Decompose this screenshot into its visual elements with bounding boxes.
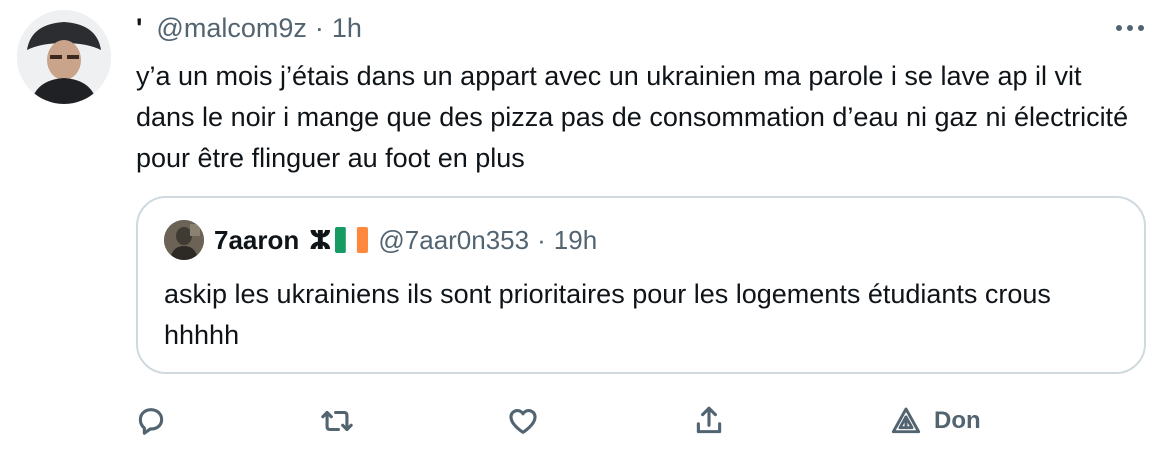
quoted-header-separator: · — [537, 224, 546, 255]
share-button[interactable] — [692, 398, 726, 444]
quoted-author-handle[interactable]: @7aar0n353 — [378, 225, 529, 256]
donate-icon — [891, 407, 921, 434]
donate-label: Don — [934, 407, 981, 434]
quoted-tweet[interactable]: 7aaron ⵣ @7aar0n353 · 19h askip les ukra… — [136, 196, 1146, 374]
share-icon — [696, 406, 722, 434]
header-separator: · — [314, 12, 324, 43]
more-options-button[interactable] — [1108, 10, 1152, 46]
tweet-timestamp[interactable]: 1h — [332, 13, 362, 44]
retweet-icon — [321, 410, 353, 432]
tweet-text: y’a un mois j’étais dans un appart avec … — [136, 61, 1129, 173]
retweet-button[interactable] — [320, 398, 354, 444]
tweet[interactable]: ' @malcom9z · 1h y’a un mois j’étais dan… — [0, 0, 1176, 454]
quoted-author-avatar[interactable] — [164, 220, 204, 260]
donate-button[interactable]: Don — [890, 398, 981, 444]
quoted-tweet-timestamp[interactable]: 19h — [554, 225, 597, 256]
reply-button[interactable] — [134, 398, 168, 444]
quoted-tweet-header: 7aaron ⵣ @7aar0n353 · 19h — [214, 220, 597, 260]
tweet-actions: Don — [130, 398, 1030, 444]
author-display-name[interactable]: ' — [136, 13, 142, 44]
quoted-author-display-name[interactable]: 7aaron — [214, 225, 299, 256]
quoted-tweet-text: askip les ukrainiens ils sont prioritair… — [164, 279, 1051, 350]
amazigh-symbol: ⵣ — [309, 224, 332, 255]
author-avatar[interactable] — [17, 10, 111, 104]
tweet-header: ' @malcom9z · 1h — [136, 10, 362, 46]
like-button[interactable] — [506, 398, 540, 444]
author-handle[interactable]: @malcom9z — [156, 13, 306, 44]
more-dots-icon — [1116, 25, 1144, 31]
quoted-author-badges: ⵣ — [309, 224, 369, 256]
ireland-flag-icon — [335, 227, 369, 253]
like-icon — [509, 408, 537, 434]
reply-icon — [138, 408, 164, 435]
